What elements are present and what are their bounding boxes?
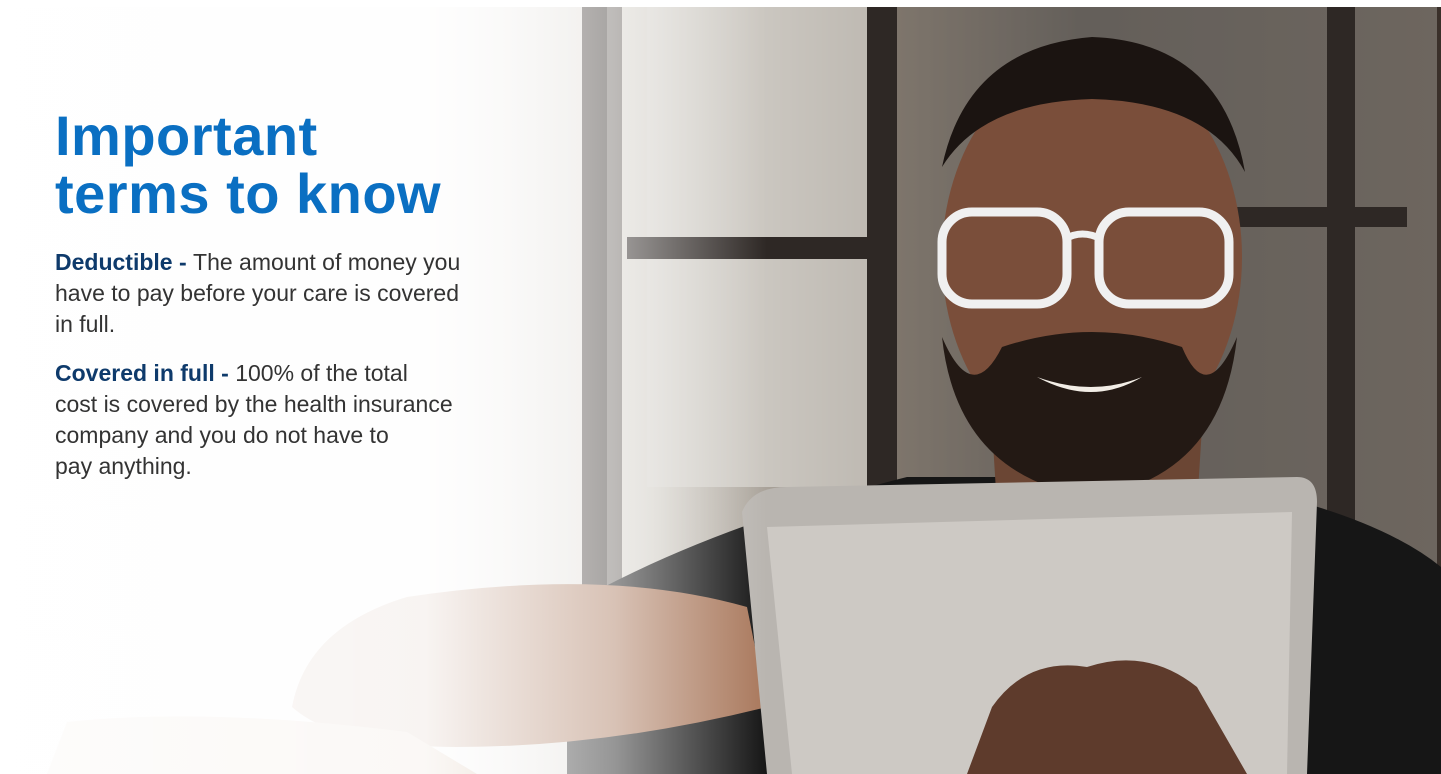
term-name: Deductible: [55, 249, 173, 275]
term-definition-line: cost is covered by the health insurance: [55, 391, 453, 417]
headline-line-2: terms to know: [55, 162, 442, 225]
term-definition-line: company and you do not have to: [55, 422, 389, 448]
term-deductible: Deductible - The amount of money you hav…: [55, 247, 555, 340]
term-definition-line: in full.: [55, 311, 116, 337]
term-name: Covered in full: [55, 360, 215, 386]
term-definition-line: 100% of the total: [235, 360, 408, 386]
term-definition-line: pay anything.: [55, 453, 192, 479]
hero-banner: Important terms to know Deductible - The…: [7, 7, 1441, 774]
terms-panel: Important terms to know Deductible - The…: [55, 107, 555, 482]
term-covered-in-full: Covered in full - 100% of the total cost…: [55, 358, 555, 482]
term-separator: -: [172, 249, 194, 275]
headline-line-1: Important: [55, 104, 318, 167]
headline: Important terms to know: [55, 107, 555, 223]
term-definition-line: have to pay before your care is covered: [55, 280, 460, 306]
term-definition-line: The amount of money you: [193, 249, 461, 275]
term-separator: -: [214, 360, 236, 386]
